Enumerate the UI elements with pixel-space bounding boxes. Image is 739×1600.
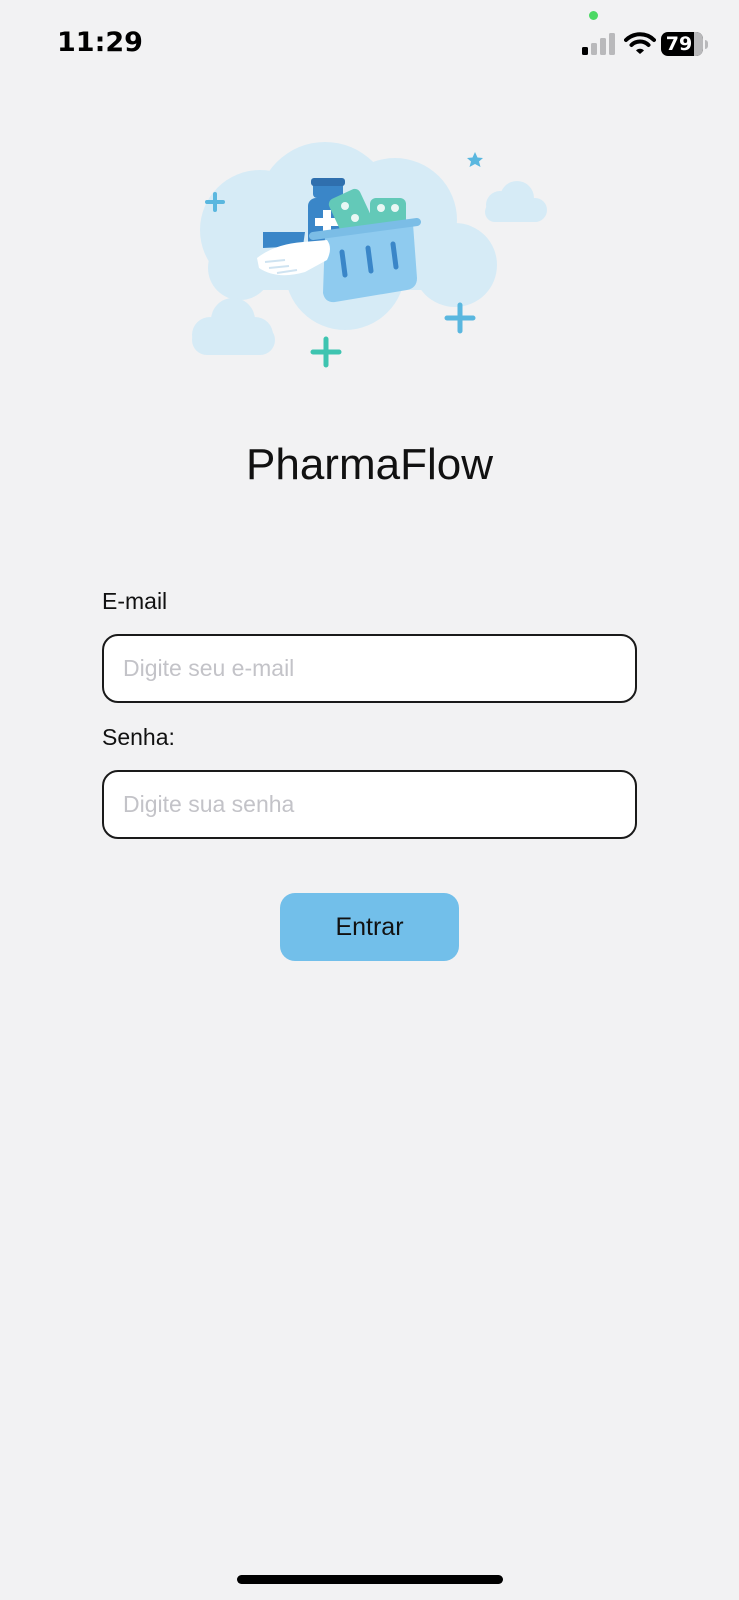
- plus-sparkle-icon: [444, 302, 476, 334]
- status-bar: 11:29 79: [0, 0, 739, 90]
- email-label: E-mail: [102, 588, 168, 614]
- cellular-signal-icon: [582, 33, 615, 55]
- battery-level-text: 79: [665, 33, 693, 55]
- password-label: Senha:: [102, 724, 175, 750]
- email-field[interactable]: [102, 634, 637, 703]
- battery-nub: [705, 40, 708, 49]
- pharmacy-basket-illustration-icon: [192, 142, 547, 368]
- status-time: 11:29: [57, 27, 143, 58]
- battery-icon: 79: [661, 32, 709, 56]
- basket-icon: [309, 218, 421, 303]
- plus-sparkle-icon: [310, 336, 342, 368]
- login-screen: 11:29 79 PharmaFlow E-mail Digite seu e-…: [0, 0, 739, 1600]
- home-indicator[interactable]: [237, 1575, 503, 1584]
- password-field[interactable]: [102, 770, 637, 839]
- app-title: PharmaFlow: [246, 440, 493, 489]
- login-button[interactable]: Entrar: [280, 893, 459, 961]
- privacy-indicator-dot: [589, 11, 598, 20]
- star-icon: [467, 152, 483, 167]
- wifi-icon: [624, 32, 656, 54]
- battery-body: 79: [661, 32, 703, 56]
